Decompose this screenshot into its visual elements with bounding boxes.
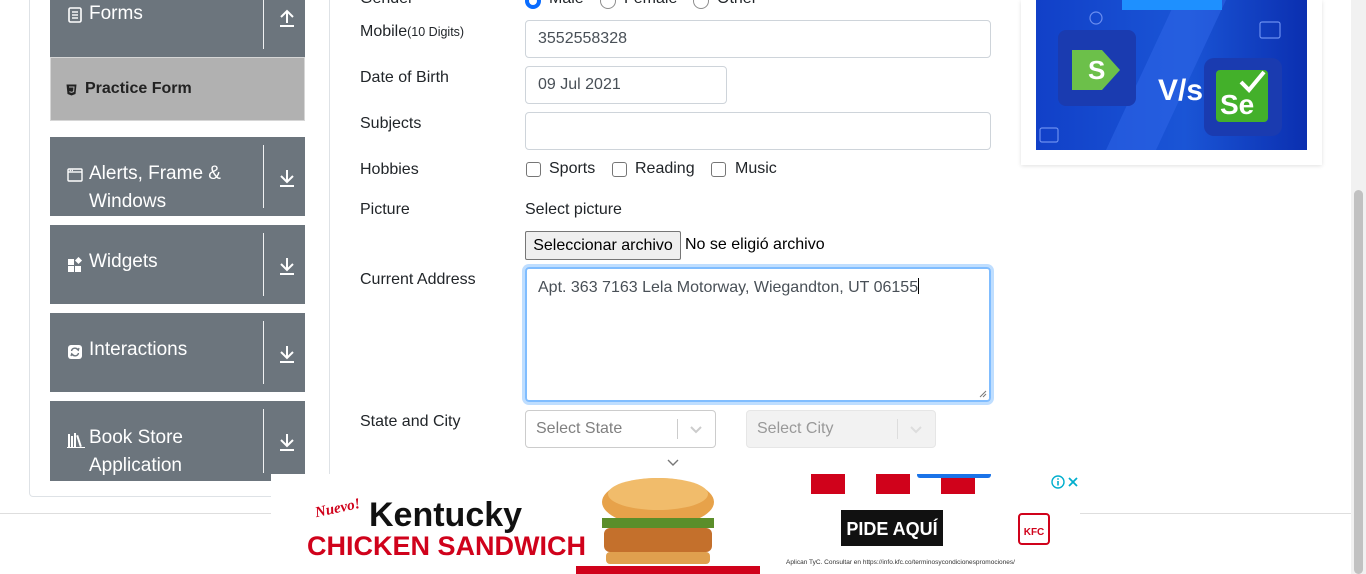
sidebar-group-label: Widgets (89, 251, 158, 272)
widgets-icon (68, 257, 83, 272)
resize-handle-icon[interactable] (979, 390, 987, 398)
ad-subtitle-text: CHICKEN SANDWICH (307, 531, 586, 561)
gender-male-radio[interactable] (525, 0, 541, 9)
hobby-reading-checkbox[interactable] (612, 162, 627, 177)
hobby-music-checkbox[interactable] (711, 162, 726, 177)
sidebar-group-label: Application (89, 455, 182, 476)
gender-female-radio[interactable] (600, 0, 616, 9)
sidebar-group-forms[interactable]: Forms (50, 0, 305, 57)
sidebar-item-label: Practice Form (85, 80, 192, 97)
window-icon (67, 168, 83, 182)
close-icon[interactable] (1066, 475, 1080, 489)
up-arrow-icon[interactable] (278, 8, 296, 28)
html5-icon (66, 84, 77, 96)
ad-fine-print: Aplican TyC. Consultar en https://info.k… (786, 559, 1015, 566)
mobile-input[interactable]: 3552558328 (525, 20, 991, 58)
ad-title-text: Kentucky (369, 496, 522, 534)
mobile-hint: (10 Digits) (407, 25, 465, 39)
sidebar-group-book-store[interactable]: Book Store Application (50, 401, 305, 481)
gender-label: Gender (360, 0, 413, 8)
ad-vs-text: V/s (1158, 74, 1203, 107)
city-select[interactable]: Select City (746, 410, 936, 448)
gender-option-label: Female (624, 0, 677, 8)
hobby-option-label: Reading (635, 160, 695, 177)
ad-logo-letter: S (1088, 55, 1105, 85)
divider (263, 321, 264, 384)
state-select[interactable]: Select State (525, 410, 716, 448)
gender-option-label: Male (549, 0, 584, 8)
address-textarea[interactable]: Apt. 363 7163 Lela Motorway, Wiegandton,… (525, 267, 991, 402)
books-icon (67, 433, 85, 448)
top-advertisement[interactable]: S V/s Se (1021, 0, 1322, 165)
subjects-label: Subjects (360, 115, 422, 132)
ad-banner-image: S V/s Se (1036, 0, 1307, 150)
down-arrow-icon[interactable] (278, 344, 296, 364)
gender-option-label: Other (717, 0, 757, 8)
scrollbar-thumb[interactable] (1354, 190, 1363, 574)
down-arrow-icon[interactable] (278, 432, 296, 452)
divider (263, 233, 264, 296)
chevron-down-icon (667, 459, 679, 466)
sidebar-group-widgets[interactable]: Widgets (50, 225, 305, 304)
mobile-label: Mobile(10 Digits) (360, 23, 465, 40)
sidebar-group-label: Windows (89, 191, 167, 212)
hobbies-label: Hobbies (360, 161, 419, 178)
ad-brand-text: KFC (1024, 527, 1045, 538)
dob-input[interactable]: 09 Jul 2021 (525, 66, 727, 104)
document-icon (68, 7, 82, 23)
sidebar-group-label: Alerts, Frame & (89, 163, 221, 184)
divider (677, 419, 678, 439)
text-cursor (918, 278, 920, 294)
divider (897, 419, 898, 439)
divider (263, 145, 264, 208)
sidebar-group-label: Interactions (89, 339, 188, 360)
address-label: Current Address (360, 271, 476, 288)
chevron-down-icon (910, 426, 922, 434)
down-arrow-icon[interactable] (278, 168, 296, 188)
city-placeholder: Select City (757, 420, 834, 437)
ad-cta-text[interactable]: PIDE AQUÍ (846, 518, 938, 539)
divider (263, 0, 264, 49)
divider (263, 409, 264, 473)
state-city-label: State and City (360, 413, 461, 430)
chevron-down-icon (690, 426, 702, 434)
address-value: Apt. 363 7163 Lela Motorway, Wiegandton,… (538, 279, 919, 296)
down-arrow-icon[interactable] (278, 256, 296, 276)
choose-file-button[interactable]: Seleccionar archivo (525, 231, 681, 260)
interactions-icon (68, 345, 82, 359)
sidebar-group-interactions[interactable]: Interactions (50, 313, 305, 392)
sidebar-item-practice-form[interactable]: Practice Form (50, 57, 305, 121)
hobby-option-label: Sports (549, 160, 596, 177)
info-icon[interactable] (1051, 475, 1065, 489)
bottom-advertisement[interactable]: Nuevo! Kentucky CHICKEN SANDWICH PIDE AQ… (271, 474, 1080, 574)
sidebar-group-alerts[interactable]: Alerts, Frame & Windows (50, 137, 305, 216)
hobby-option-label: Music (735, 160, 777, 177)
file-status-text: No se eligió archivo (685, 236, 825, 253)
subjects-input[interactable] (525, 112, 991, 150)
state-placeholder: Select State (536, 420, 623, 437)
sidebar-group-label: Book Store (89, 427, 183, 448)
select-picture-text: Select picture (525, 201, 622, 218)
sidebar-group-label: Forms (89, 3, 143, 24)
vertical-scrollbar[interactable] (1351, 0, 1366, 574)
picture-label: Picture (360, 201, 410, 218)
gender-other-radio[interactable] (693, 0, 709, 9)
ad-selenium-text: Se (1220, 89, 1254, 120)
hobby-sports-checkbox[interactable] (526, 162, 541, 177)
dob-label: Date of Birth (360, 69, 449, 86)
ad-controls (1048, 474, 1080, 490)
